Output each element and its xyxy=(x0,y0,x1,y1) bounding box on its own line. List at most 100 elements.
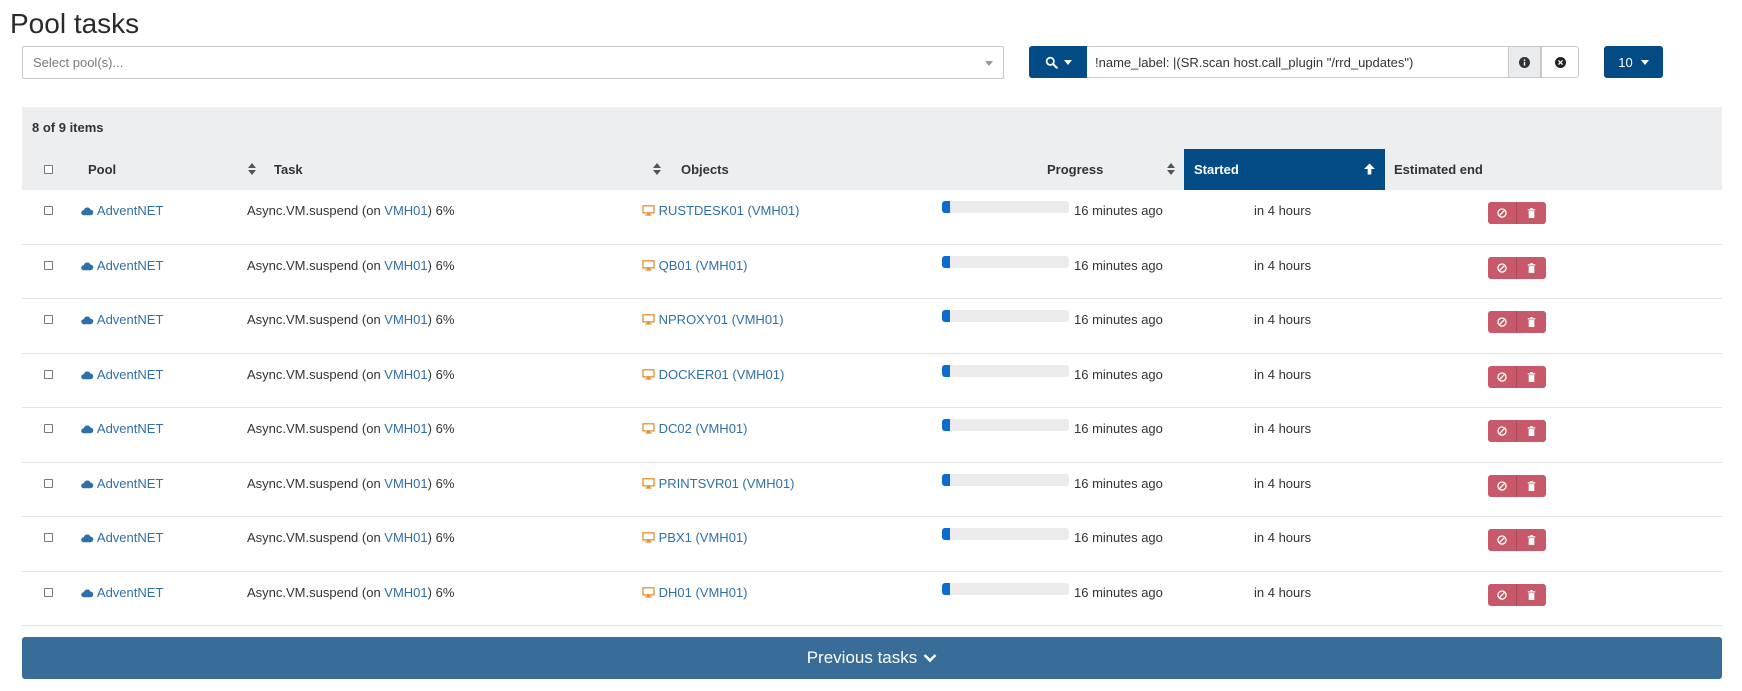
cancel-task-button[interactable] xyxy=(1488,365,1517,388)
tasks-table: 8 of 9 items Pool Task Objects Progress … xyxy=(22,107,1722,626)
progress-bar xyxy=(942,419,1069,431)
row-actions xyxy=(1488,474,1546,497)
search-info-button[interactable] xyxy=(1509,46,1541,78)
host-link[interactable]: VMH01 xyxy=(384,585,427,600)
trash-icon xyxy=(1527,262,1536,273)
delete-task-button[interactable] xyxy=(1517,256,1546,279)
table-row: AdventNET Async.VM.suspend (on VMH01) 6%… xyxy=(22,245,1722,299)
column-header-pool[interactable]: Pool xyxy=(88,149,278,190)
row-checkbox[interactable] xyxy=(44,260,53,270)
delete-task-button[interactable] xyxy=(1517,365,1546,388)
search-mode-button[interactable] xyxy=(1029,46,1087,78)
pool-link[interactable]: AdventNET xyxy=(97,367,163,382)
delete-task-button[interactable] xyxy=(1517,202,1546,224)
progress-bar xyxy=(942,582,1069,595)
object-link[interactable]: DH01 (VMH01) xyxy=(659,585,748,600)
started-cell: 16 minutes ago xyxy=(1074,475,1163,491)
cancel-task-button[interactable] xyxy=(1488,474,1517,497)
row-checkbox[interactable] xyxy=(44,587,53,597)
trash-icon xyxy=(1527,208,1536,218)
column-header-started[interactable]: Started xyxy=(1184,149,1385,190)
object-link[interactable]: RUSTDESK01 (VMH01) xyxy=(659,203,800,218)
progress-cell xyxy=(942,408,1072,462)
host-link[interactable]: VMH01 xyxy=(384,258,427,273)
row-checkbox[interactable] xyxy=(44,533,53,542)
desktop-icon xyxy=(642,586,655,598)
column-header-progress[interactable]: Progress xyxy=(1047,149,1187,190)
desktop-icon xyxy=(642,423,655,434)
pool-link[interactable]: AdventNET xyxy=(97,421,163,436)
task-cell: Async.VM.suspend (on VMH01) 6% xyxy=(247,245,627,299)
row-checkbox[interactable] xyxy=(44,478,53,488)
task-cell: Async.VM.suspend (on VMH01) 6% xyxy=(247,190,627,244)
pool-link[interactable]: AdventNET xyxy=(97,476,163,491)
desktop-icon xyxy=(642,368,655,380)
search-input[interactable] xyxy=(1087,46,1509,78)
delete-task-button[interactable] xyxy=(1517,474,1546,497)
pool-link[interactable]: AdventNET xyxy=(97,585,163,600)
object-link[interactable]: PBX1 (VMH01) xyxy=(659,530,748,545)
row-actions xyxy=(1488,583,1546,606)
object-link[interactable]: PRINTSVR01 (VMH01) xyxy=(659,476,795,491)
ban-icon xyxy=(1497,589,1507,600)
items-per-page-dropdown[interactable]: 10 xyxy=(1604,46,1663,78)
task-cell: Async.VM.suspend (on VMH01) 6% xyxy=(247,463,627,517)
cancel-task-button[interactable] xyxy=(1488,256,1517,279)
started-cell: 16 minutes ago xyxy=(1074,421,1163,436)
host-link[interactable]: VMH01 xyxy=(384,421,427,436)
pool-link[interactable]: AdventNET xyxy=(97,312,163,327)
object-link[interactable]: QB01 (VMH01) xyxy=(659,258,748,273)
table-row: AdventNET Async.VM.suspend (on VMH01) 6%… xyxy=(22,572,1722,626)
cancel-task-button[interactable] xyxy=(1488,583,1517,606)
estimated-end-cell: in 4 hours xyxy=(1254,530,1312,545)
task-label-prefix: Async.VM.suspend (on xyxy=(247,475,385,491)
pool-link[interactable]: AdventNET xyxy=(97,258,163,273)
trash-icon xyxy=(1527,371,1536,382)
row-select-cell xyxy=(44,190,64,244)
object-link[interactable]: DC02 (VMH01) xyxy=(659,421,748,436)
column-header-estimated-end: Estimated end xyxy=(1394,149,1554,190)
chevron-down-icon xyxy=(985,61,993,66)
task-label-suffix: ) 6% xyxy=(427,203,455,218)
row-select-cell xyxy=(44,517,64,571)
previous-tasks-button[interactable]: Previous tasks xyxy=(22,637,1722,679)
task-label-suffix: ) 6% xyxy=(427,366,455,382)
host-link[interactable]: VMH01 xyxy=(384,530,427,545)
delete-task-button[interactable] xyxy=(1517,420,1546,442)
delete-task-button[interactable] xyxy=(1517,311,1546,333)
delete-task-button[interactable] xyxy=(1517,529,1546,551)
host-link[interactable]: VMH01 xyxy=(384,476,427,491)
cancel-task-button[interactable] xyxy=(1488,311,1517,333)
pool-link[interactable]: AdventNET xyxy=(97,203,163,218)
row-select-cell xyxy=(44,299,64,353)
cancel-task-button[interactable] xyxy=(1488,202,1517,224)
object-link[interactable]: NPROXY01 (VMH01) xyxy=(659,312,784,327)
cloud-icon xyxy=(81,207,94,216)
progress-bar-fill xyxy=(942,255,950,268)
arrow-up-icon xyxy=(1364,163,1375,175)
pool-select[interactable]: Select pool(s)... xyxy=(22,46,1004,79)
progress-bar-fill xyxy=(942,201,950,213)
select-all-checkbox[interactable] xyxy=(44,165,53,174)
desktop-icon xyxy=(642,259,655,271)
task-label-suffix: ) 6% xyxy=(427,312,455,327)
ban-icon xyxy=(1497,426,1507,436)
row-checkbox[interactable] xyxy=(44,206,53,215)
object-link[interactable]: DOCKER01 (VMH01) xyxy=(659,367,785,382)
row-checkbox[interactable] xyxy=(44,424,53,433)
column-header-task[interactable]: Task xyxy=(274,149,684,190)
task-label-prefix: Async.VM.suspend (on xyxy=(247,421,385,436)
host-link[interactable]: VMH01 xyxy=(384,367,427,382)
row-select-cell xyxy=(44,463,64,517)
delete-task-button[interactable] xyxy=(1517,583,1546,606)
table-row: AdventNET Async.VM.suspend (on VMH01) 6%… xyxy=(22,354,1722,408)
row-checkbox[interactable] xyxy=(44,369,53,379)
host-link[interactable]: VMH01 xyxy=(384,203,427,218)
clear-search-button[interactable] xyxy=(1541,46,1579,78)
cancel-task-button[interactable] xyxy=(1488,529,1517,551)
pool-link[interactable]: AdventNET xyxy=(97,530,163,545)
cancel-task-button[interactable] xyxy=(1488,420,1517,442)
row-checkbox[interactable] xyxy=(44,315,53,324)
host-link[interactable]: VMH01 xyxy=(384,312,427,327)
started-cell: 16 minutes ago xyxy=(1074,257,1163,273)
